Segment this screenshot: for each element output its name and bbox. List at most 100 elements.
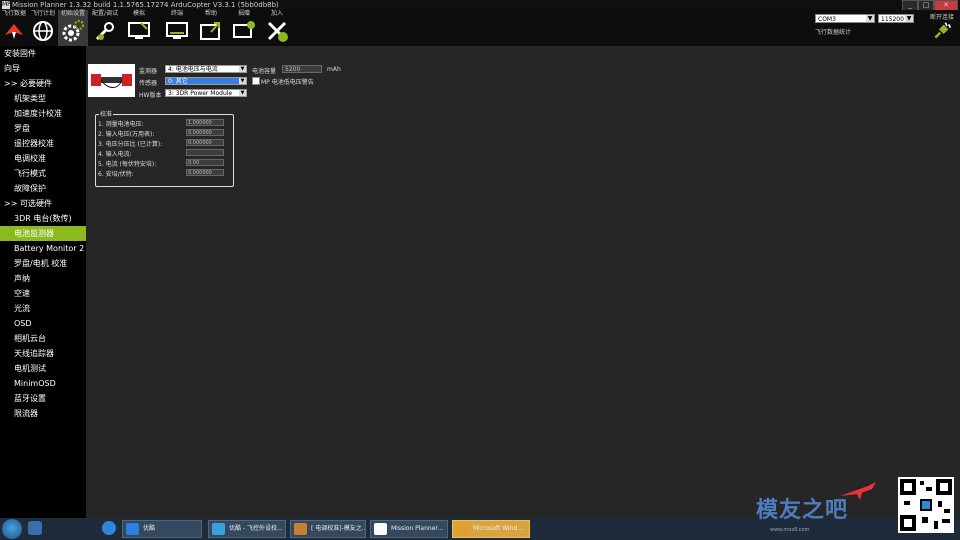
calibration-row-value[interactable]: 0.000000 (186, 129, 224, 136)
taskbar-button[interactable]: 优酷 (122, 520, 202, 538)
toolbar-donate[interactable]: 捐赠 (229, 10, 259, 46)
baud-select[interactable]: 115200 ▼ (878, 14, 914, 23)
monitor-value: 4: 电池电压与电流 (168, 66, 218, 73)
sidebar-item[interactable]: 电机测试 (0, 361, 86, 376)
taskbar-app-icon (212, 523, 225, 535)
sidebar-item[interactable]: 遥控器校准 (0, 136, 86, 151)
show-desktop-icon[interactable] (28, 521, 42, 535)
toolbar-flight-data[interactable]: 飞行数据 (0, 10, 28, 46)
toolbar-label: 飞行数据 (1, 10, 26, 17)
chevron-down-icon: ▼ (866, 15, 874, 22)
sidebar-item[interactable]: OSD (0, 316, 86, 331)
sidebar-item[interactable]: 空速 (0, 286, 86, 301)
taskbar-button-label: Microsoft Wind... (473, 525, 524, 532)
taskbar-button[interactable]: Microsoft Wind... (452, 520, 530, 538)
calibration-row-label: 6. 安培/伏特: (98, 171, 134, 178)
globe-icon (33, 21, 53, 41)
sidebar-item[interactable]: 罗盘 (0, 121, 86, 136)
calibration-title: 校准 (99, 109, 114, 118)
ie-icon[interactable] (102, 521, 116, 535)
calibration-row-value[interactable]: 0.00 (186, 159, 224, 166)
sidebar-item[interactable]: 飞行模式 (0, 166, 86, 181)
setup-sidebar: 安装固件 向导 >> 必要硬件 机架类型 加速度计校准 罗盘 遥控器校准 电调校准 飞行模式 故障… (0, 46, 92, 518)
taskbar-button[interactable]: Mission Planner... (370, 520, 448, 538)
sidebar-item[interactable]: 电池监测器 (0, 226, 92, 241)
taskbar-button-label: [ 电调校准]-模友之... (311, 525, 366, 532)
sidebar-item[interactable]: 蓝牙设置 (0, 391, 86, 406)
toolbar-label: 帮助 (204, 10, 217, 17)
mp-alert-checkbox[interactable] (252, 77, 260, 85)
battery-monitor-panel: 监测器 4: 电池电压与电流 ▼ 传感器 0: 其它 ▼ HW版本 3: 3DR P… (86, 46, 960, 518)
calibration-row-value[interactable]: 0.000000 (186, 169, 224, 176)
start-button[interactable] (2, 519, 22, 539)
calibration-row-value[interactable] (186, 149, 224, 156)
capacity-value: 5200 (285, 66, 301, 73)
toolbar-initial-setup[interactable]: 初始设置 (58, 10, 88, 46)
calibration-row-value[interactable]: 0.000000 (186, 139, 224, 146)
taskbar-app-icon (294, 523, 307, 535)
gears-icon (62, 20, 84, 42)
sidebar-item[interactable]: >> 必要硬件 (0, 76, 86, 91)
calibration-group: 校准 1. 测量电池电压: 1.000000 2. 输入电压(万用表): 0.0000… (95, 109, 234, 187)
calibration-row-label: 4. 输入电流: (98, 151, 132, 158)
port-select[interactable]: COM3 ▼ (815, 14, 875, 23)
sensor-label: 传感器 (139, 80, 158, 87)
sidebar-item[interactable]: 声纳 (0, 271, 86, 286)
sidebar-item[interactable]: 3DR 电台(数传) (0, 211, 86, 226)
sidebar-item[interactable]: 罗盘/电机 校准 (0, 256, 86, 271)
hw-version-select[interactable]: 3: 3DR Power Module ▼ (165, 89, 247, 97)
toolbar-join[interactable]: 加入 (262, 10, 292, 46)
sidebar-item[interactable]: MinimOSD (0, 376, 86, 391)
watermark-plane-icon (840, 482, 876, 500)
taskbar-button[interactable]: 优酷 - 飞控外设校... (208, 520, 286, 538)
help-icon (200, 22, 220, 40)
toolbar-terminal[interactable]: 终端 (162, 10, 192, 46)
calibration-row-label: 2. 输入电压(万用表): (98, 131, 155, 138)
capacity-unit: mAh (327, 66, 341, 73)
capacity-input[interactable]: 5200 (282, 65, 322, 73)
taskbar-app-icon (456, 523, 469, 535)
port-value: COM3 (818, 16, 836, 23)
power-module-icon (91, 74, 132, 88)
sidebar-item[interactable]: 向导 (0, 61, 86, 76)
baud-value: 115200 (881, 16, 904, 23)
monitor-icon (128, 22, 150, 39)
taskbar-button[interactable]: [ 电调校准]-模友之... (290, 520, 366, 538)
sidebar-item[interactable]: 相机云台 (0, 331, 86, 346)
mp-alert-label: MP 电池低电压警告 (261, 79, 314, 86)
app-logo-icon: MP (2, 1, 11, 9)
toolbar-flight-plan[interactable]: 飞行计划 (29, 10, 57, 46)
power-module-image (88, 64, 135, 97)
calibration-row-value[interactable]: 1.000000 (186, 119, 224, 126)
wrench-gear-icon (95, 22, 114, 41)
taskbar-app-icon (374, 523, 387, 535)
toolbar-config-tuning[interactable]: 配置/调试 (90, 10, 120, 46)
sidebar-item[interactable]: 限流器 (0, 406, 86, 421)
toolbar-label: 终端 (170, 10, 183, 17)
main-toolbar: 飞行数据 飞行计划 初始设置 配置/调试 模拟 终端 帮助 捐赠 加入 COM3… (0, 10, 960, 46)
toolbar-help[interactable]: 帮助 (196, 10, 226, 46)
sidebar-item[interactable]: 机架类型 (0, 91, 86, 106)
calibration-row-label: 1. 测量电池电压: (98, 121, 144, 128)
sidebar-item[interactable]: 电调校准 (0, 151, 86, 166)
join-icon (267, 21, 288, 42)
toolbar-simulation[interactable]: 模拟 (124, 10, 154, 46)
taskbar-button-label: 优酷 - 飞控外设校... (229, 525, 283, 532)
sidebar-item[interactable]: >> 可选硬件 (0, 196, 86, 211)
watermark-brand: 模友之吧 (756, 498, 849, 523)
sidebar-item[interactable]: 安装固件 (0, 46, 86, 61)
sensor-value: 0: 其它 (168, 78, 188, 85)
connect-button[interactable]: 断开连接 (928, 12, 956, 43)
watermark-site: www.moz8.com (770, 527, 810, 533)
sidebar-item[interactable]: 天线追踪器 (0, 346, 86, 361)
sensor-select[interactable]: 0: 其它 ▼ (165, 77, 247, 85)
toolbar-label: 初始设置 (60, 10, 85, 17)
sidebar-item[interactable]: Battery Monitor 2 (0, 241, 86, 256)
monitor-select[interactable]: 4: 电池电压与电流 ▼ (165, 65, 247, 73)
sidebar-item[interactable]: 加速度计校准 (0, 106, 86, 121)
sidebar-item[interactable]: 故障保护 (0, 181, 86, 196)
chevron-down-icon: ▼ (905, 15, 913, 22)
monitor-label: 监测器 (139, 68, 158, 75)
stats-link[interactable]: 飞行数据统计 (815, 27, 851, 36)
sidebar-item[interactable]: 光流 (0, 301, 86, 316)
